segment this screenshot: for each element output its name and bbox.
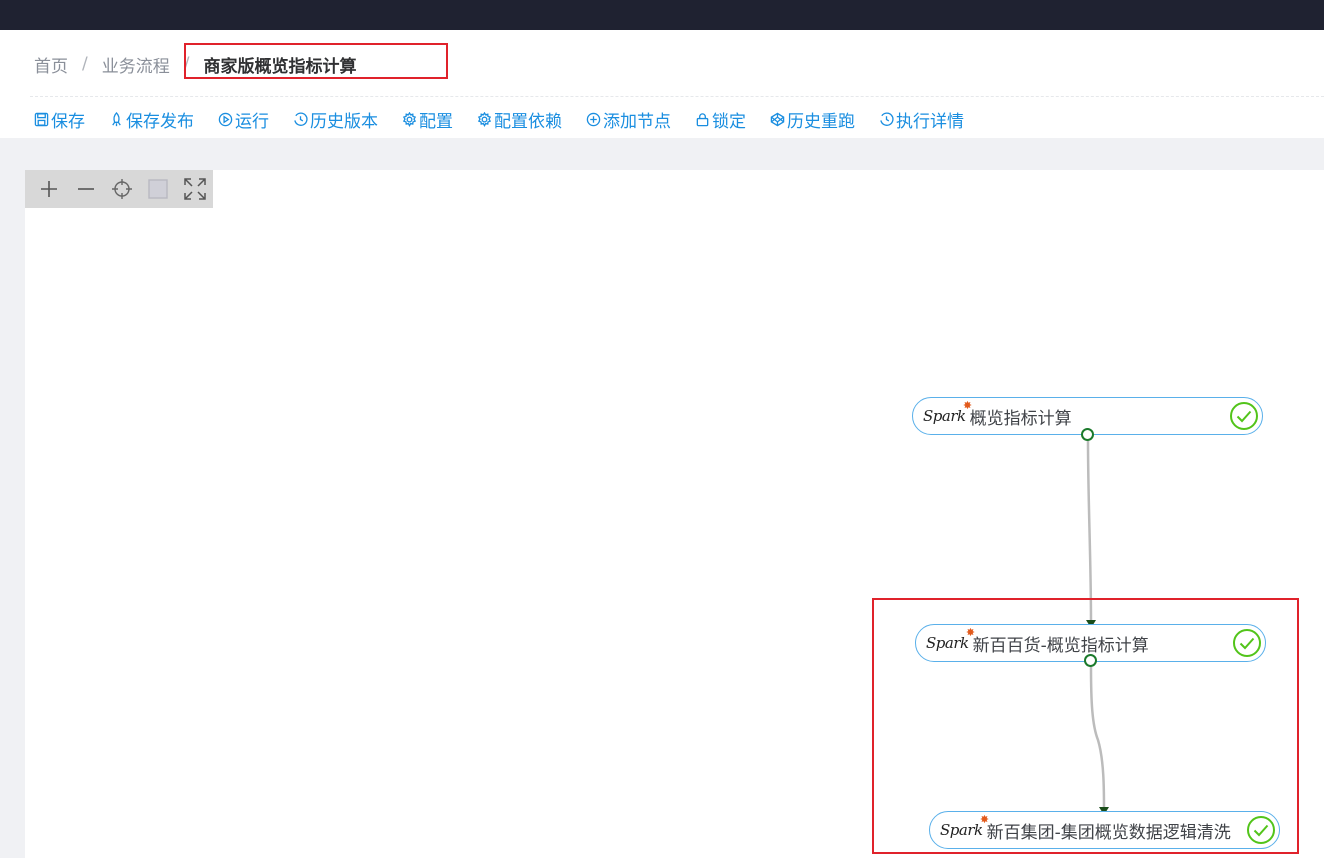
history-icon <box>294 111 308 126</box>
zoom-in-button[interactable] <box>31 170 67 208</box>
plus-circle-icon <box>586 112 601 126</box>
success-check-icon <box>1230 402 1258 430</box>
lock-icon <box>696 112 709 126</box>
run-button[interactable]: 运行 <box>218 107 269 132</box>
fit-square-icon <box>148 179 169 199</box>
play-icon <box>218 112 233 126</box>
history-rerun-button[interactable]: 历史重跑 <box>770 107 855 132</box>
spark-logo-text: Spark <box>923 407 966 425</box>
toolbar: 保存 保存发布 运行 历史版本 配置 配置依赖 添加节点 锁定 历史重跑 执行详… <box>34 106 988 132</box>
locate-button[interactable] <box>104 170 140 208</box>
save-publish-button[interactable]: 保存发布 <box>109 107 194 132</box>
lock-label: 锁定 <box>712 111 746 132</box>
node-output-port[interactable] <box>1081 428 1094 441</box>
save-button[interactable]: 保存 <box>34 107 85 132</box>
spark-logo: Spark ✸ <box>923 399 972 425</box>
config-dependency-label: 配置依赖 <box>494 111 562 132</box>
config-label: 配置 <box>419 111 453 132</box>
breadcrumb-home[interactable]: 首页 <box>34 52 68 77</box>
save-icon <box>34 112 49 126</box>
header-divider <box>30 96 1324 97</box>
gear-icon <box>477 111 492 127</box>
node-label: 概览指标计算 <box>969 408 1072 429</box>
zoom-toolbar <box>25 170 213 208</box>
page-header: 首页 / 业务流程 / 商家版概览指标计算 保存 保存发布 运行 历史版本 配置 <box>0 30 1324 138</box>
codepen-icon <box>770 112 785 126</box>
fullscreen-icon <box>184 178 206 200</box>
zoom-out-button[interactable] <box>67 170 103 208</box>
spark-star-icon: ✸ <box>962 399 972 412</box>
locate-icon <box>112 179 133 199</box>
zoom-out-icon <box>77 188 94 190</box>
fit-square-button[interactable] <box>140 170 176 208</box>
execution-details-label: 执行详情 <box>896 111 964 132</box>
add-node-label: 添加节点 <box>603 111 671 132</box>
breadcrumb-separator: / <box>82 54 88 74</box>
highlight-box-title <box>184 43 448 79</box>
save-publish-label: 保存发布 <box>126 111 194 132</box>
gear-icon <box>402 111 417 127</box>
run-label: 运行 <box>235 111 269 132</box>
execution-details-button[interactable]: 执行详情 <box>879 107 964 132</box>
rocket-icon <box>112 111 121 126</box>
history-icon <box>880 111 894 126</box>
config-button[interactable]: 配置 <box>402 107 453 132</box>
config-dependency-button[interactable]: 配置依赖 <box>477 107 562 132</box>
add-node-button[interactable]: 添加节点 <box>586 107 671 132</box>
history-version-button[interactable]: 历史版本 <box>293 107 378 132</box>
breadcrumb-flow[interactable]: 业务流程 <box>102 52 170 77</box>
zoom-in-icon <box>41 181 58 197</box>
app-topbar <box>0 0 1324 30</box>
highlight-box-nodes <box>872 598 1299 854</box>
history-rerun-label: 历史重跑 <box>787 111 855 132</box>
history-version-label: 历史版本 <box>310 111 378 132</box>
lock-button[interactable]: 锁定 <box>695 107 746 132</box>
save-label: 保存 <box>51 111 85 132</box>
fullscreen-button[interactable] <box>177 170 213 208</box>
